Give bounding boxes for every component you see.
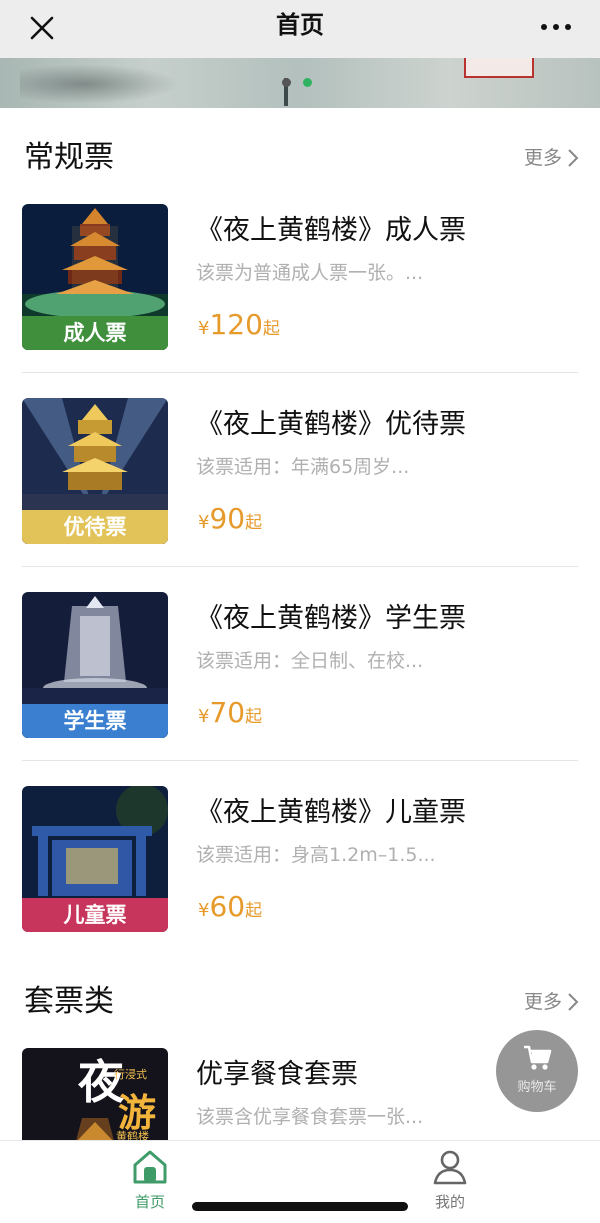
ticket-card-adult[interactable]: 成人票 《夜上黄鹤楼》成人票 该票为普通成人票一张。... ¥120起 xyxy=(22,204,578,350)
ticket-description: 该票适用：年满65周岁... xyxy=(196,456,410,478)
price-suffix: 起 xyxy=(245,513,263,533)
ticket-tag: 学生票 xyxy=(22,704,168,738)
more-dot xyxy=(553,24,559,30)
tab-mine[interactable]: 我的 xyxy=(390,1149,510,1212)
ticket-card-concession[interactable]: 优待票 《夜上黄鹤楼》优待票 该票适用：年满65周岁... ¥90起 xyxy=(22,398,578,544)
price-currency: ¥ xyxy=(198,900,210,921)
price-currency: ¥ xyxy=(198,318,210,339)
more-link-regular[interactable]: 更多 xyxy=(524,144,580,172)
chevron-right-icon xyxy=(568,993,579,1011)
more-dot xyxy=(565,24,571,30)
section-header-regular: 常规票 更多 xyxy=(24,138,580,178)
tab-home[interactable]: 首页 xyxy=(90,1149,210,1212)
cart-label: 购物车 xyxy=(517,1080,557,1095)
more-label: 更多 xyxy=(523,147,562,169)
top-navigation-bar: 首页 xyxy=(0,0,600,58)
section-header-package: 套票类 更多 xyxy=(24,982,580,1022)
ticket-thumbnail: 学生票 xyxy=(22,592,168,738)
user-icon xyxy=(433,1150,467,1185)
page-title: 首页 xyxy=(276,11,324,39)
price-suffix: 起 xyxy=(245,707,263,727)
package-name: 优享餐食套票 xyxy=(196,1059,358,1090)
price-suffix: 起 xyxy=(262,319,280,339)
cart-button[interactable]: 购物车 xyxy=(496,1030,578,1112)
ticket-price: ¥70起 xyxy=(198,696,262,729)
price-currency: ¥ xyxy=(198,512,210,533)
divider xyxy=(22,760,578,761)
ticket-card-student[interactable]: 学生票 《夜上黄鹤楼》学生票 该票适用：全日制、在校... ¥70起 xyxy=(22,592,578,738)
tab-label: 我的 xyxy=(434,1193,465,1211)
chevron-right-icon xyxy=(568,149,579,167)
carousel-dot-active[interactable] xyxy=(303,78,312,87)
ticket-price: ¥120起 xyxy=(198,308,280,341)
carousel-indicator xyxy=(282,78,312,87)
price-value: 70 xyxy=(209,696,246,729)
ticket-price: ¥60起 xyxy=(198,890,262,923)
divider xyxy=(22,566,578,567)
price-value: 90 xyxy=(209,502,246,535)
section-title: 常规票 xyxy=(24,140,114,175)
banner-ink-decoration xyxy=(20,64,180,104)
poster-subtitle: 行浸式 xyxy=(114,1068,147,1081)
ticket-description: 该票适用：全日制、在校... xyxy=(196,650,424,672)
more-options-button[interactable] xyxy=(534,10,578,44)
home-indicator xyxy=(192,1202,408,1211)
ticket-description: 该票适用：身高1.2m–1.5... xyxy=(196,844,436,866)
divider xyxy=(22,372,578,373)
ticket-name: 《夜上黄鹤楼》学生票 xyxy=(196,603,466,634)
ticket-name: 《夜上黄鹤楼》优待票 xyxy=(196,409,466,440)
package-description: 该票含优享餐食套票一张... xyxy=(196,1106,424,1128)
banner-seal-stamp xyxy=(464,58,534,78)
ticket-thumbnail: 优待票 xyxy=(22,398,168,544)
price-value: 120 xyxy=(209,308,263,341)
ticket-tag: 儿童票 xyxy=(22,898,168,932)
section-title: 套票类 xyxy=(24,984,114,1019)
ticket-thumbnail: 成人票 xyxy=(22,204,168,350)
carousel-dot[interactable] xyxy=(282,78,291,87)
ticket-thumbnail: 儿童票 xyxy=(22,786,168,932)
ticket-tag: 成人票 xyxy=(22,316,168,350)
ticket-tag: 优待票 xyxy=(22,510,168,544)
shopping-cart-icon xyxy=(524,1045,552,1070)
more-label: 更多 xyxy=(523,991,562,1013)
price-currency: ¥ xyxy=(198,706,210,727)
ticket-name: 《夜上黄鹤楼》成人票 xyxy=(196,215,466,246)
ticket-card-child[interactable]: 儿童票 《夜上黄鹤楼》儿童票 该票适用：身高1.2m–1.5... ¥60起 xyxy=(22,786,578,932)
ticket-name: 《夜上黄鹤楼》儿童票 xyxy=(196,797,466,828)
home-icon xyxy=(133,1150,167,1184)
more-link-package[interactable]: 更多 xyxy=(524,988,580,1016)
more-dots-icon xyxy=(541,24,547,30)
ticket-price: ¥90起 xyxy=(198,502,262,535)
price-value: 60 xyxy=(209,890,246,923)
ticket-description: 该票为普通成人票一张。... xyxy=(196,262,424,284)
price-suffix: 起 xyxy=(245,901,263,921)
